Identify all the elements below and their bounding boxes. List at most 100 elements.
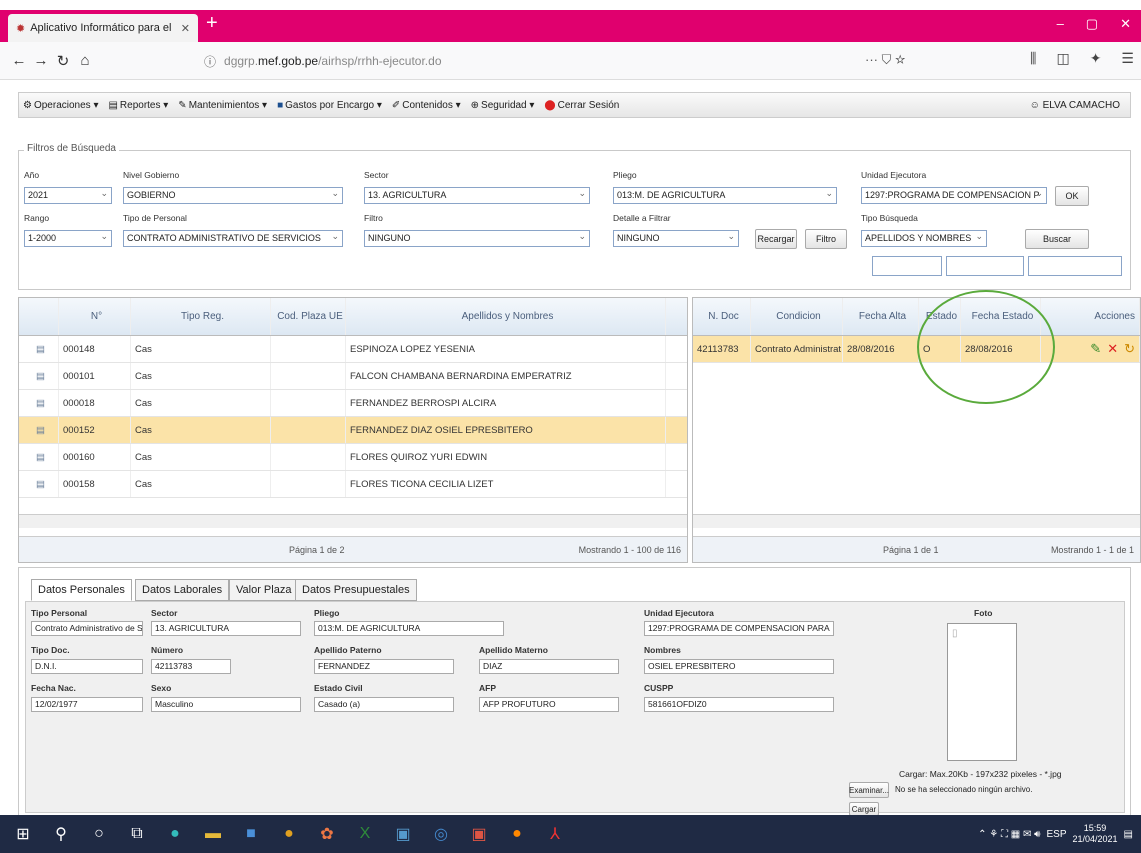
menu-mantenimientos[interactable]: ✎ Mantenimientos ▾ [178, 100, 267, 111]
col-numero[interactable]: N° [59, 298, 131, 335]
col-n-doc[interactable]: N. Doc [693, 298, 751, 335]
document-icon[interactable]: ▤ [36, 344, 45, 355]
ok-button[interactable]: OK [1055, 186, 1089, 206]
minimize-icon[interactable]: – [1057, 16, 1064, 32]
firefox-icon[interactable]: ● [504, 821, 530, 847]
search-input-1[interactable] [872, 256, 942, 276]
cell-apellidos-nombres: FLORES QUIROZ YURI EDWIN [346, 444, 666, 470]
page-actions[interactable]: ··· ⛉ ☆ [865, 52, 905, 68]
close-tab-icon[interactable]: ✕ [181, 22, 190, 35]
tipo-personal-select[interactable]: CONTRATO ADMINISTRATIVO DE SERVICIOS [123, 230, 343, 247]
cell-tipo-reg: Cas [131, 444, 271, 470]
table-row[interactable]: ▤ 000160 Cas FLORES QUIROZ YURI EDWIN [19, 444, 687, 471]
tipo-busqueda-select[interactable]: APELLIDOS Y NOMBRES [861, 230, 987, 247]
cargar-button[interactable]: Cargar [849, 802, 879, 816]
fecha-nac-label: Fecha Nac. [31, 683, 76, 693]
table-row[interactable]: ▤ 000152 Cas FERNANDEZ DIAZ OSIEL EPRESBITE… [19, 417, 687, 444]
home-icon[interactable]: ⌂ [74, 52, 96, 69]
recargar-button[interactable]: Recargar [755, 229, 797, 249]
back-icon[interactable]: ← [8, 52, 30, 69]
language-indicator[interactable]: ESP [1046, 829, 1066, 840]
extension-icon[interactable]: ✦ [1090, 50, 1102, 67]
tab-datos-personales[interactable]: Datos Personales [31, 579, 132, 601]
paint-icon[interactable]: ✿ [314, 821, 340, 847]
document-icon[interactable]: ▤ [36, 452, 45, 463]
ue-select[interactable]: 1297:PROGRAMA DE COMPENSACION P [861, 187, 1047, 204]
close-window-icon[interactable]: ✕ [1120, 16, 1131, 32]
clock[interactable]: 15:59 21/04/2021 [1073, 823, 1118, 845]
sector-select[interactable]: 13. AGRICULTURA [364, 187, 590, 204]
tray-icons[interactable]: ⌃ ⚘ ⛶ ▦ ✉ 🔊︎ [978, 829, 1040, 840]
horizontal-scrollbar[interactable] [693, 514, 1140, 528]
document-icon[interactable]: ▤ [36, 371, 45, 382]
search-icon[interactable]: ⚲ [48, 821, 74, 847]
cell-numero: 000148 [59, 336, 131, 362]
menu-icon[interactable]: ☰ [1121, 50, 1134, 67]
cortana-icon[interactable]: ○ [86, 821, 112, 847]
nivel-select[interactable]: GOBIERNO [123, 187, 343, 204]
store-icon[interactable]: ■ [238, 821, 264, 847]
browser-tab[interactable]: ✹ Aplicativo Informático para el ✕ [8, 14, 198, 42]
col-tipo-reg[interactable]: Tipo Reg. [131, 298, 271, 335]
table-row[interactable]: ▤ 000148 Cas ESPINOZA LOPEZ YESENIA [19, 336, 687, 363]
table-row[interactable]: ▤ 000158 Cas FLORES TICONA CECILIA LIZET [19, 471, 687, 498]
menu-seguridad[interactable]: ⊕ Seguridad ▾ [471, 100, 535, 111]
new-tab-icon[interactable]: + [206, 12, 218, 35]
tipo-doc-field: D.N.I. [31, 659, 143, 674]
search-input-3[interactable] [1028, 256, 1122, 276]
library-icon[interactable]: ⫼ [1030, 50, 1036, 67]
table-row[interactable]: ▤ 000018 Cas FERNANDEZ BERROSPI ALCIRA [19, 390, 687, 417]
task-view-icon[interactable]: ⧉ [124, 821, 150, 847]
chrome-icon[interactable]: ● [276, 821, 302, 847]
search-input-2[interactable] [946, 256, 1024, 276]
globe-icon[interactable]: ◎ [428, 821, 454, 847]
tab-datos-laborales[interactable]: Datos Laborales [135, 579, 230, 601]
col-fecha-alta[interactable]: Fecha Alta [843, 298, 919, 335]
pliego-select[interactable]: 013:M. DE AGRICULTURA [613, 187, 837, 204]
menu-contenidos[interactable]: ✐ Contenidos ▾ [392, 100, 461, 111]
row-icon: ▤ [19, 471, 59, 497]
tab-datos-presupuestales[interactable]: Datos Presupuestales [295, 579, 417, 601]
menu-operaciones[interactable]: ⚙ Operaciones ▾ [23, 100, 98, 111]
table-row[interactable]: ▤ 000101 Cas FALCON CHAMBANA BERNARDINA EMP… [19, 363, 687, 390]
reload-icon[interactable]: ↻ [52, 52, 74, 70]
rango-select[interactable]: 1-2000 [24, 230, 112, 247]
menu-cerrar-sesion[interactable]: ⬤ Cerrar Sesión [544, 100, 619, 111]
address-bar[interactable]: ⓘ dggrp. mef.gob.pe/airhsp/rrhh-ejecutor.… [190, 48, 955, 74]
pdf-icon[interactable]: ⅄ [542, 821, 568, 847]
document-icon[interactable]: ▤ [36, 479, 45, 490]
notifications-icon[interactable]: ▤ [1124, 829, 1133, 840]
windows-start-icon[interactable]: ⊞ [10, 821, 36, 847]
buscar-button[interactable]: Buscar [1025, 229, 1089, 249]
edge-icon[interactable]: ● [162, 821, 188, 847]
edit-icon[interactable]: ✎ [1090, 341, 1101, 357]
powerpoint-icon[interactable]: ▣ [466, 821, 492, 847]
excel-icon[interactable]: X [352, 821, 378, 847]
anio-select[interactable]: 2021 [24, 187, 112, 204]
app-icon[interactable]: ▣ [390, 821, 416, 847]
menu-reportes[interactable]: ▤ Reportes ▾ [108, 100, 168, 111]
examinar-button[interactable]: Examinar... [849, 782, 889, 798]
pager-page[interactable]: Página 1 de 1 [883, 545, 939, 555]
col-condicion[interactable]: Condicion [751, 298, 843, 335]
col-cod-plaza[interactable]: Cod. Plaza UE [271, 298, 346, 335]
menu-gastos[interactable]: ■ Gastos por Encargo ▾ [277, 100, 382, 111]
sidebar-icon[interactable]: ◫ [1056, 50, 1069, 67]
restore-icon[interactable]: ▢ [1086, 16, 1098, 32]
document-icon[interactable]: ▤ [36, 398, 45, 409]
col-acciones[interactable]: Acciones [1041, 298, 1140, 335]
pager-page[interactable]: Página 1 de 2 [289, 545, 345, 555]
col-apellidos-nombres[interactable]: Apellidos y Nombres [346, 298, 666, 335]
filtro-select[interactable]: NINGUNO [364, 230, 590, 247]
horizontal-scrollbar[interactable] [19, 514, 687, 528]
tab-valor-plaza[interactable]: Valor Plaza [229, 579, 299, 601]
file-explorer-icon[interactable]: ▬ [200, 821, 226, 847]
employee-details-panel: Datos Personales Datos Laborales Valor P… [18, 567, 1131, 819]
refresh-icon[interactable]: ↻ [1124, 341, 1135, 357]
document-icon[interactable]: ▤ [36, 425, 45, 436]
detalle-select[interactable]: NINGUNO [613, 230, 739, 247]
cell-numero: 000018 [59, 390, 131, 416]
filtro-button[interactable]: Filtro [805, 229, 847, 249]
forward-icon[interactable]: → [30, 52, 52, 69]
delete-icon[interactable]: ✕ [1107, 341, 1118, 357]
